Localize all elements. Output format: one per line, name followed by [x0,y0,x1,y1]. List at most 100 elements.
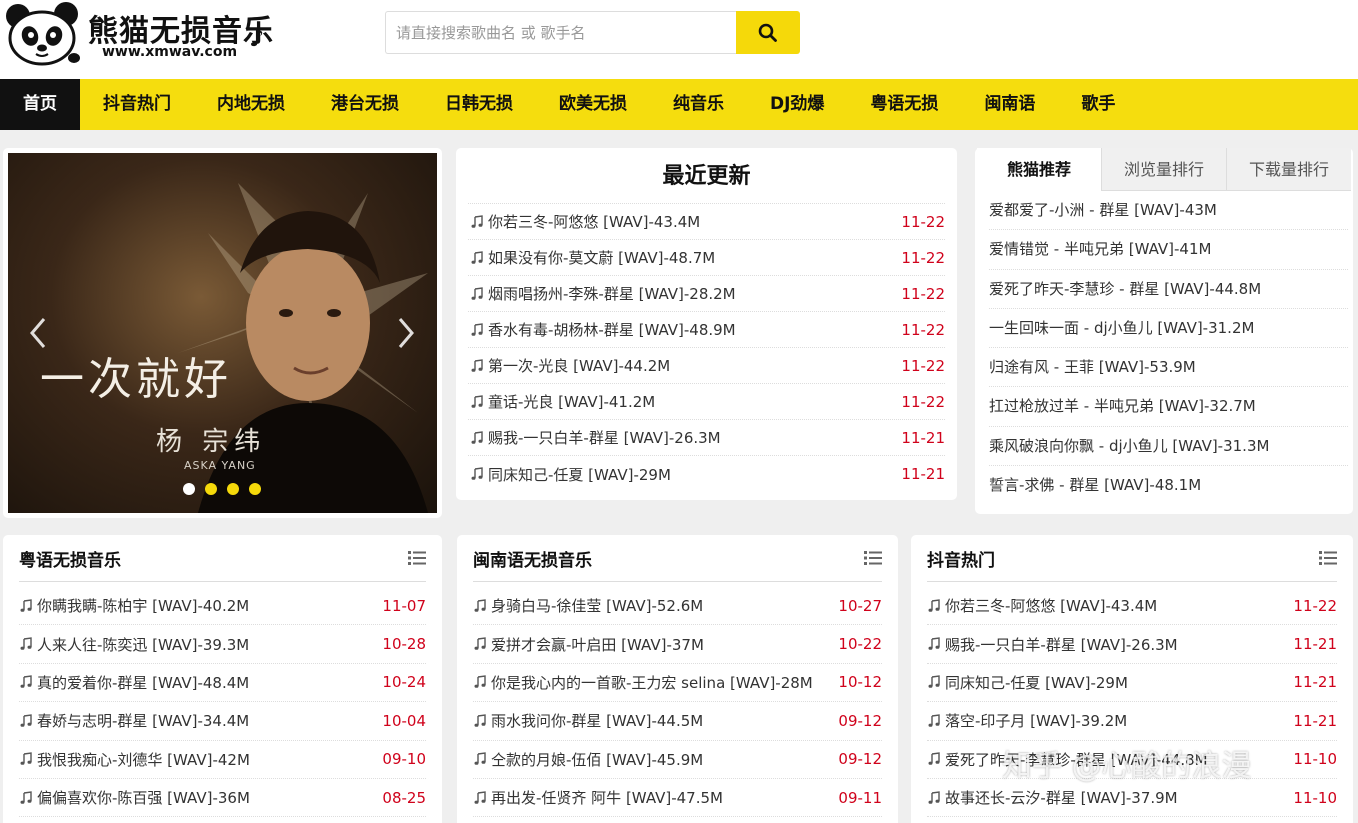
carousel-dot[interactable] [205,483,217,495]
music-note-icon [471,214,483,228]
song-link[interactable]: 再出发-任贤齐 阿牛 [WAV]-47.5M [473,787,723,808]
music-note-icon [471,322,483,336]
chevron-right-icon[interactable] [394,315,418,351]
song-date: 11-21 [1293,635,1337,654]
song-link[interactable]: 你若三冬-阿悠悠 [WAV]-43.4M [927,595,1157,616]
nav-item-jpkr[interactable]: 日韩无损 [422,79,536,130]
list-item[interactable]: 一生回味一面 - dj小鱼儿 [WAV]-31.2M [989,309,1348,349]
slide-title: 一次就好 [40,354,232,405]
list-item[interactable]: 爱死了昨天-李慧珍 - 群星 [WAV]-44.8M [989,270,1348,309]
list-item[interactable]: 爱情错觉 - 半吨兄弟 [WAV]-41M [989,230,1348,270]
song-link[interactable]: 同床知己-任夏 [WAV]-29M [927,672,1128,693]
list-item[interactable]: 誓言-求佛 - 群星 [WAV]-48.1M [989,466,1348,505]
music-note-icon [471,467,483,480]
song-title: 烟雨唱扬州-李殊-群星 [WAV]-28.2M [488,285,736,303]
song-date: 10-12 [838,673,882,692]
nav-item-mainland[interactable]: 内地无损 [194,79,308,130]
tab-panda-picks[interactable]: 熊猫推荐 [977,148,1101,191]
song-link[interactable]: 真的爱着你-群星 [WAV]-48.4M [19,672,249,693]
tab-downloads-ranking[interactable]: 下载量排行 [1226,148,1351,191]
nav-item-pure-music[interactable]: 纯音乐 [650,79,747,130]
song-title: 人来人往-陈奕迅 [WAV]-39.3M [37,635,250,654]
nav-item-western[interactable]: 欧美无损 [536,79,650,130]
list-menu-icon[interactable] [1319,551,1337,565]
song-link[interactable]: 身骑白马-徐佳莹 [WAV]-52.6M [473,595,703,616]
nav-item-singers[interactable]: 歌手 [1058,79,1138,130]
song-list: 你若三冬-阿悠悠 [WAV]-43.4M 11-22 赐我-一只白羊-群星 [WA… [927,582,1337,818]
douyin-hot-list-panel: 抖音热门 你若三冬-阿悠悠 [WAV]-43.4M 11-22 赐我-一只白羊-群… [911,535,1353,823]
song-link[interactable]: 故事还长-云汐-群星 [WAV]-37.9M [927,787,1178,808]
nav-item-cantonese[interactable]: 粤语无损 [847,79,961,130]
list-item: 爱死了昨天-李慧珍-群星 [WAV]-44.8M 11-10 [927,741,1337,779]
song-link[interactable]: 你若三冬-阿悠悠 [WAV]-43.4M [470,211,700,232]
list-menu-icon[interactable] [864,551,882,565]
song-link[interactable]: 仝款的月娘-伍佰 [WAV]-45.9M [473,749,703,770]
list-item: 你瞒我瞒-陈柏宇 [WAV]-40.2M 11-07 [19,587,426,626]
song-list: 你瞒我瞒-陈柏宇 [WAV]-40.2M 11-07 人来人往-陈奕迅 [WAV]… [19,582,426,818]
list-item[interactable]: 归途有风 - 王菲 [WAV]-53.9M [989,348,1348,388]
song-link[interactable]: 如果没有你-莫文蔚 [WAV]-48.7M [470,247,715,268]
song-date: 10-22 [838,635,882,654]
song-date: 11-10 [1293,750,1337,769]
song-date: 11-22 [901,212,945,231]
list-item: 爱拼才会赢-叶启田 [WAV]-37M 10-22 [473,625,882,664]
site-logo[interactable]: 熊猫无损音乐 www.xmwav.com ♪ [4,2,274,68]
music-note-icon [20,752,32,766]
list-item[interactable]: 爱都爱了-小洲 - 群星 [WAV]-43M [989,191,1348,231]
search-button[interactable] [736,11,800,54]
list-item: 你是我心内的一首歌-王力宏 selina [WAV]-28M 10-12 [473,664,882,703]
song-date: 11-21 [1293,711,1337,730]
carousel-dot[interactable] [183,483,195,495]
song-link[interactable]: 烟雨唱扬州-李殊-群星 [WAV]-28.2M [470,283,736,304]
list-item: 雨水我问你-群星 [WAV]-44.5M 09-12 [473,702,882,741]
song-link[interactable]: 同床知己-任夏 [WAV]-29M [470,464,671,485]
list-item[interactable]: 乘风破浪向你飘 - dj小鱼儿 [WAV]-31.3M [989,427,1348,467]
song-date: 08-25 [382,788,426,807]
song-link[interactable]: 香水有毒-胡杨林-群星 [WAV]-48.9M [470,319,736,340]
song-link[interactable]: 童话-光良 [WAV]-41.2M [470,391,655,412]
search-input[interactable] [385,11,736,54]
music-note-icon [928,752,940,766]
carousel-dot[interactable] [249,483,261,495]
panel-title: 闽南语无损音乐 [473,550,592,571]
song-date: 11-21 [901,428,945,447]
song-link[interactable]: 赐我-一只白羊-群星 [WAV]-26.3M [470,427,721,448]
song-date: 10-04 [382,711,426,730]
song-title: 仝款的月娘-伍佰 [WAV]-45.9M [491,750,704,769]
carousel-slide[interactable]: 一次就好 杨 宗纬 ASKA YANG [8,153,437,513]
nav-item-home[interactable]: 首页 [0,79,80,130]
list-item: 我恨我痴心-刘德华 [WAV]-42M 09-10 [19,741,426,779]
song-link[interactable]: 爱拼才会赢-叶启田 [WAV]-37M [473,634,704,655]
song-link[interactable]: 你瞒我瞒-陈柏宇 [WAV]-40.2M [19,595,249,616]
song-link[interactable]: 第一次-光良 [WAV]-44.2M [470,355,670,376]
list-item: 仝款的月娘-伍佰 [WAV]-45.9M 09-12 [473,741,882,779]
song-link[interactable]: 人来人往-陈奕迅 [WAV]-39.3M [19,634,249,655]
carousel-dot[interactable] [227,483,239,495]
list-item: 香水有毒-胡杨林-群星 [WAV]-48.9M 11-22 [468,312,945,348]
song-link[interactable]: 我恨我痴心-刘德华 [WAV]-42M [19,749,250,770]
music-note-icon: ♪ [249,24,265,52]
nav-item-minnan[interactable]: 闽南语 [961,79,1058,130]
music-note-icon [471,250,483,264]
song-link[interactable]: 雨水我问你-群星 [WAV]-44.5M [473,710,703,731]
song-date: 11-21 [901,465,945,483]
list-item: 偏偏喜欢你-陈百强 [WAV]-36M 08-25 [19,779,426,818]
tab-views-ranking[interactable]: 浏览量排行 [1101,148,1226,191]
song-link[interactable]: 爱死了昨天-李慧珍-群星 [WAV]-44.8M [927,749,1208,770]
song-link[interactable]: 春娇与志明-群星 [WAV]-34.4M [19,710,249,731]
list-menu-icon[interactable] [408,551,426,565]
chevron-left-icon[interactable] [26,315,50,351]
nav-item-dj[interactable]: DJ劲爆 [747,79,847,130]
list-item[interactable]: 扛过枪放过羊 - 半吨兄弟 [WAV]-32.7M [989,387,1348,427]
slide-subtitle: ASKA YANG [184,459,256,472]
song-link[interactable]: 落空-印子月 [WAV]-39.2M [927,710,1127,731]
song-link[interactable]: 偏偏喜欢你-陈百强 [WAV]-36M [19,787,250,808]
song-link[interactable]: 赐我-一只白羊-群星 [WAV]-26.3M [927,634,1178,655]
nav-item-douyin-hot[interactable]: 抖音热门 [80,79,194,130]
music-note-icon [928,598,940,612]
latest-updates-title: 最近更新 [468,148,945,204]
song-date: 10-28 [382,635,426,654]
site-header: 熊猫无损音乐 www.xmwav.com ♪ [0,0,1358,79]
nav-item-hktw[interactable]: 港台无损 [308,79,422,130]
song-link[interactable]: 你是我心内的一首歌-王力宏 selina [WAV]-28M [473,672,813,693]
